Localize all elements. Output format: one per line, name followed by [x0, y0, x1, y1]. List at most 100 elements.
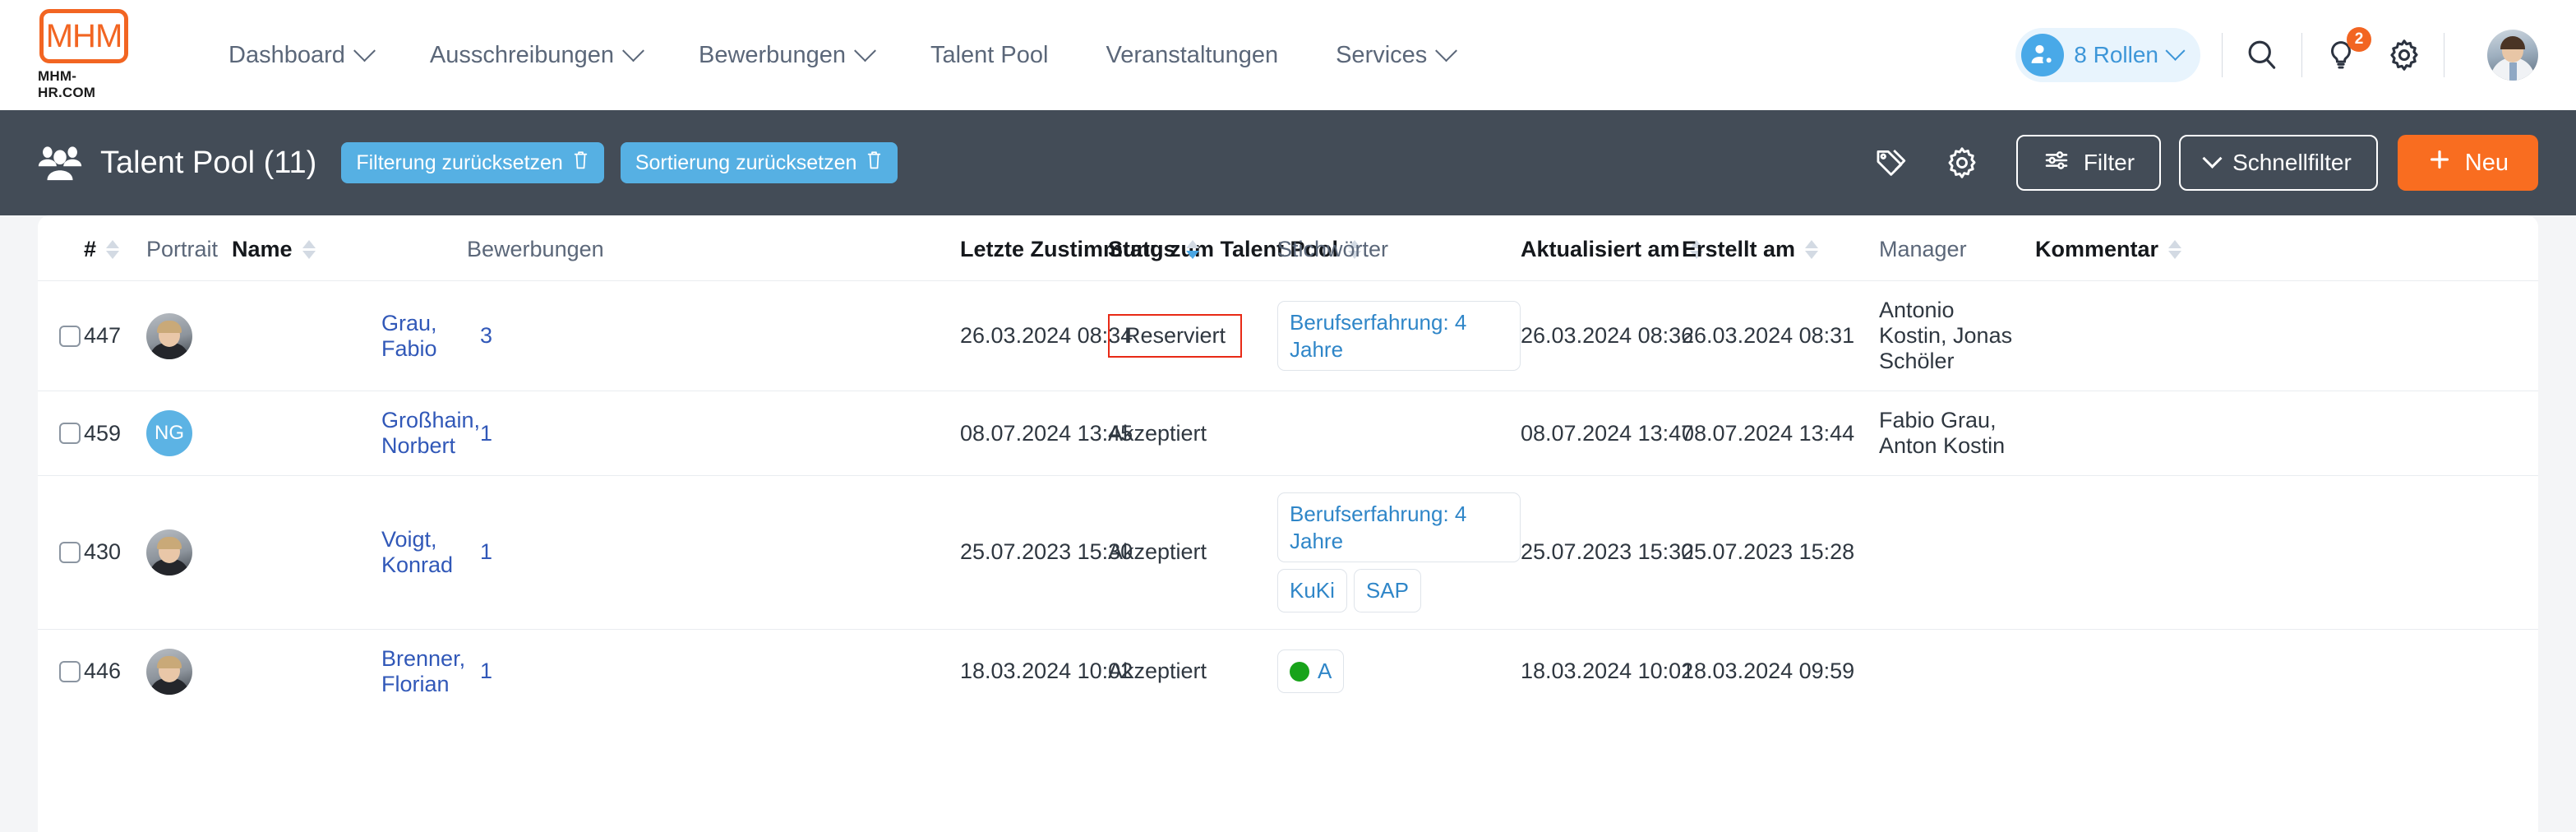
col-header-name[interactable]: Name — [232, 215, 480, 281]
status-dot-icon — [1290, 661, 1309, 682]
avatar-tie — [2509, 62, 2517, 81]
keyword-tag[interactable]: Berufserfahrung: 4 Jahre — [1277, 301, 1521, 371]
select-all-header — [38, 215, 84, 281]
col-header-created[interactable]: Erstellt am — [1682, 215, 1879, 281]
col-header-manager[interactable]: Manager — [1879, 215, 2035, 281]
nav-item-label: Services — [1336, 41, 1428, 68]
row-id: 459 — [84, 391, 138, 476]
row-select-cell — [38, 475, 84, 629]
keyword-tag[interactable]: Berufserfahrung: 4 Jahre — [1277, 492, 1521, 562]
talent-pool-table: # Portrait Name Bewerbungen Letzte Zusti… — [38, 215, 2538, 714]
status-badge: Reserviert — [1108, 314, 1243, 358]
row-comment — [2035, 628, 2538, 714]
candidate-link[interactable]: Brenner, Florian — [381, 646, 465, 696]
row-id: 447 — [84, 280, 138, 391]
candidate-link[interactable]: Grau, Fabio — [381, 311, 437, 361]
row-name: Voigt, Konrad — [381, 475, 480, 629]
row-portrait — [138, 280, 381, 391]
sort-toggle-icon[interactable] — [1805, 240, 1819, 259]
row-created-at: 26.03.2024 08:31 — [1682, 280, 1879, 391]
sort-toggle-icon[interactable] — [1185, 240, 1199, 259]
table-row[interactable]: 446 Brenner, Florian 1 18.03.2024 10:02 Akz… — [38, 628, 2538, 714]
lightbulb-icon[interactable]: 2 — [2324, 27, 2371, 73]
row-created-at: 25.07.2023 15:28 — [1682, 475, 1879, 629]
search-icon[interactable] — [2244, 37, 2280, 73]
chevron-down-icon — [2165, 40, 2186, 61]
col-header-label: Manager — [1879, 237, 1967, 261]
logo-box: MHM — [39, 9, 128, 63]
applications-link[interactable]: 1 — [480, 539, 492, 564]
candidate-link[interactable]: Voigt, Konrad — [381, 527, 453, 577]
nav-item-bewerbungen[interactable]: Bewerbungen — [699, 39, 876, 69]
row-portrait: NG — [138, 391, 381, 476]
sort-toggle-icon[interactable] — [302, 240, 316, 259]
keyword-tag-label: Berufserfahrung: 4 Jahre — [1290, 310, 1467, 362]
sort-toggle-icon[interactable] — [106, 240, 120, 259]
row-manager — [1879, 628, 2035, 714]
col-header-label: Portrait — [146, 237, 219, 261]
row-checkbox[interactable] — [59, 541, 81, 563]
avatar: NG — [146, 410, 192, 456]
chevron-down-icon — [622, 39, 644, 62]
row-status: Akzeptiert — [1108, 628, 1277, 714]
col-header-label: Status — [1108, 237, 1176, 261]
gear-icon[interactable] — [1926, 145, 1998, 181]
reset-sort-button[interactable]: Sortierung zurücksetzen — [620, 142, 898, 183]
candidate-link[interactable]: Großhain, Norbert — [381, 408, 480, 458]
reset-filter-label: Filterung zurücksetzen — [356, 150, 563, 174]
col-header-updated[interactable]: Aktualisiert am — [1521, 215, 1703, 281]
brand-logo[interactable]: MHM MHM-HR.COM — [38, 9, 130, 101]
keyword-tag[interactable]: A — [1277, 649, 1345, 693]
nav-item-veranstaltungen[interactable]: Veranstaltungen — [1106, 42, 1278, 69]
table-row[interactable]: 447 Grau, Fabio 3 26.03.2024 08:34 Reservie… — [38, 280, 2538, 391]
user-cog-icon — [2021, 34, 2065, 76]
row-checkbox[interactable] — [59, 423, 81, 444]
row-keywords: Berufserfahrung: 4 Jahre KuKi SAP — [1277, 475, 1521, 629]
sort-toggle-icon[interactable] — [2168, 240, 2182, 259]
table-header: # Portrait Name Bewerbungen Letzte Zusti… — [38, 215, 2538, 281]
applications-link[interactable]: 1 — [480, 659, 492, 683]
page-header: Talent Pool (11) Filterung zurücksetzen … — [0, 110, 2576, 215]
nav-item-talent-pool[interactable]: Talent Pool — [930, 42, 1049, 69]
nav-item-services[interactable]: Services — [1336, 39, 1458, 69]
gear-icon[interactable] — [2386, 37, 2422, 73]
main-menu: Dashboard Ausschreibungen Bewerbungen Ta… — [229, 39, 1458, 69]
avatar[interactable] — [2487, 30, 2538, 81]
logo-subtitle: MHM-HR.COM — [38, 68, 96, 100]
row-updated-at: 25.07.2023 15:30 — [1521, 475, 1693, 629]
chevron-down-icon — [854, 39, 876, 62]
nav-item-dashboard[interactable]: Dashboard — [229, 39, 376, 69]
tag-icon[interactable] — [1855, 146, 1926, 180]
col-header-keywords: Stichwörter — [1277, 215, 1521, 281]
row-checkbox[interactable] — [59, 660, 81, 682]
keyword-tag[interactable]: SAP — [1353, 569, 1421, 612]
row-checkbox[interactable] — [59, 325, 81, 347]
filter-button[interactable]: Filter — [2015, 135, 2162, 191]
applications-link[interactable]: 3 — [480, 323, 492, 348]
reset-filter-button[interactable]: Filterung zurücksetzen — [341, 142, 604, 183]
table-row[interactable]: 430 Voigt, Konrad 1 25.07.2023 15:30 Akzept… — [38, 475, 2538, 629]
top-nav-actions: 8 Rollen 2 — [2015, 27, 2538, 82]
notification-badge: 2 — [2347, 27, 2371, 52]
applications-link[interactable]: 1 — [480, 421, 492, 446]
table-row[interactable]: 459 NG Großhain, Norbert 1 08.07.2024 13:45 A… — [38, 391, 2538, 476]
row-keywords — [1277, 391, 1521, 476]
keyword-tags: Berufserfahrung: 4 Jahre KuKi SAP — [1277, 492, 1521, 612]
roles-selector[interactable]: 8 Rollen — [2015, 28, 2200, 82]
keyword-tag-label: SAP — [1365, 578, 1409, 603]
col-header-comment[interactable]: Kommentar — [2035, 215, 2538, 281]
row-keywords: Berufserfahrung: 4 Jahre — [1277, 280, 1521, 391]
quickfilter-button[interactable]: Schnellfilter — [2179, 135, 2378, 191]
page-header-actions: Filter Schnellfilter Neu — [1855, 135, 2538, 191]
keyword-tag[interactable]: KuKi — [1277, 569, 1347, 612]
col-header-last-consent[interactable]: Letzte Zustimmung zum Talent Pool — [960, 215, 1362, 281]
status-value: Akzeptiert — [1108, 659, 1207, 683]
col-header-id[interactable]: # — [84, 215, 138, 281]
divider — [2301, 33, 2302, 77]
nav-item-ausschreibungen[interactable]: Ausschreibungen — [430, 39, 644, 69]
row-manager: Fabio Grau, Anton Kostin — [1879, 391, 2035, 476]
page-title: Talent Pool (11) — [100, 145, 317, 180]
row-manager: Antonio Kostin, Jonas Schöler — [1879, 280, 2035, 391]
row-applications: 1 — [480, 628, 960, 714]
new-button[interactable]: Neu — [2397, 135, 2538, 191]
